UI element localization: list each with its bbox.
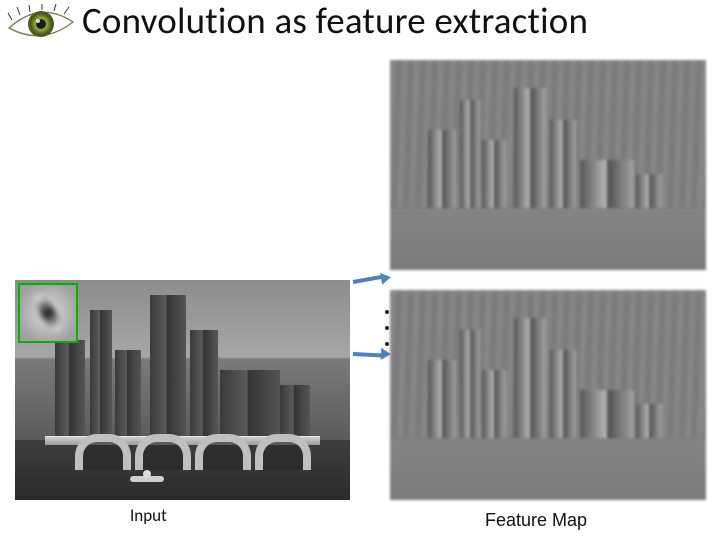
ellipsis-dot bbox=[385, 310, 389, 314]
page-title: Convolution as feature extraction bbox=[82, 0, 588, 43]
eye-icon bbox=[6, 4, 76, 44]
ellipsis-dot bbox=[385, 326, 389, 330]
ellipsis-dot bbox=[385, 342, 389, 346]
input-label: Input bbox=[130, 505, 167, 526]
feature-map-image bbox=[390, 290, 706, 500]
feature-map-label: Feature Map bbox=[485, 510, 587, 531]
convolution-kernel bbox=[18, 283, 78, 343]
feature-map-image bbox=[390, 60, 706, 270]
